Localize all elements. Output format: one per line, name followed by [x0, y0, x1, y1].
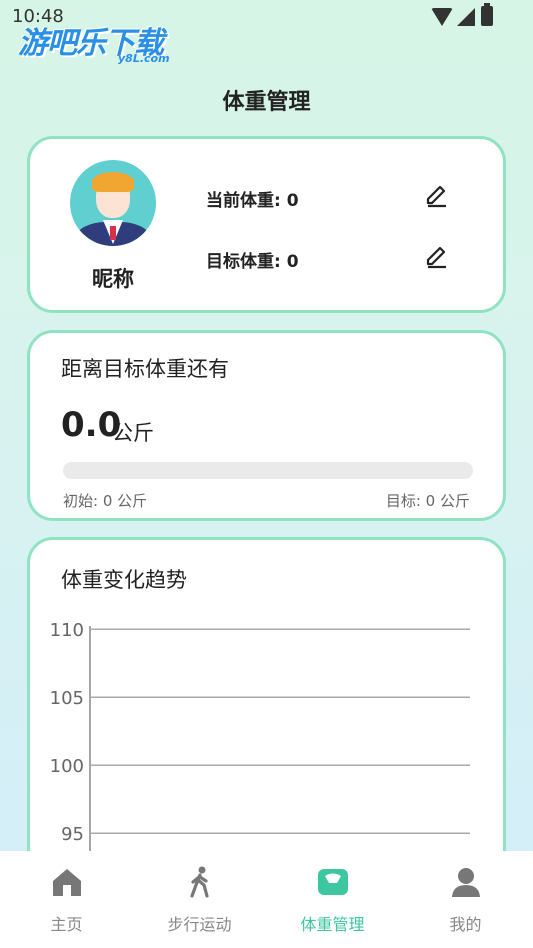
weight-trend-chart: 110 105 100 95 — [50, 620, 470, 880]
goal-progress-card: 距离目标体重还有 0.0 公斤 初始: 0 公斤 目标: 0 公斤 — [27, 330, 506, 521]
tab-home-label: 主页 — [50, 915, 83, 934]
tab-profile-label: 我的 — [449, 915, 482, 934]
tab-home[interactable]: 主页 — [0, 851, 133, 948]
battery-icon — [481, 3, 493, 26]
avatar-tie — [110, 226, 116, 240]
y-tick-label: 110 — [50, 620, 84, 641]
tab-weight[interactable]: 体重管理 — [266, 851, 399, 948]
profile-card: 昵称 当前体重: 0 目标体重: 0 — [27, 136, 506, 313]
y-tick-label: 105 — [50, 688, 84, 709]
edit-target-weight-icon[interactable] — [424, 244, 450, 270]
wifi-icon — [431, 8, 453, 26]
watermark-site: y8L.com — [118, 52, 170, 65]
nickname[interactable]: 昵称 — [70, 263, 156, 293]
cellular-icon — [457, 8, 475, 26]
goal-progress-bar — [63, 462, 473, 479]
weight-trend-card: 体重变化趋势 110 105 100 95 — [27, 537, 506, 880]
weight-trend-title: 体重变化趋势 — [61, 568, 187, 592]
goal-progress-title: 距离目标体重还有 — [61, 357, 229, 381]
walking-icon — [189, 866, 209, 898]
target-weight-label: 目标体重: 0 — [206, 252, 299, 272]
home-icon — [52, 869, 81, 896]
target-weight: 目标: 0 公斤 — [385, 492, 470, 510]
y-tick-label: 100 — [50, 756, 84, 777]
current-weight-label: 当前体重: 0 — [206, 191, 299, 211]
tab-walking-label: 步行运动 — [167, 915, 232, 934]
initial-weight: 初始: 0 公斤 — [63, 492, 148, 510]
signal-icons — [431, 8, 475, 26]
tab-profile[interactable]: 我的 — [399, 851, 532, 948]
y-tick-label: 95 — [61, 824, 84, 845]
avatar-hair — [92, 172, 134, 192]
scale-icon — [317, 869, 348, 895]
page-title: 体重管理 — [222, 90, 311, 115]
tab-weight-label: 体重管理 — [300, 915, 365, 934]
remaining-weight-unit: 公斤 — [112, 421, 154, 445]
edit-current-weight-icon[interactable] — [424, 183, 450, 209]
bottom-tab-bar: 主页 步行运动 体重管理 我的 — [0, 851, 533, 948]
tab-walking[interactable]: 步行运动 — [133, 851, 266, 948]
user-icon — [451, 868, 480, 897]
avatar[interactable] — [70, 160, 156, 246]
